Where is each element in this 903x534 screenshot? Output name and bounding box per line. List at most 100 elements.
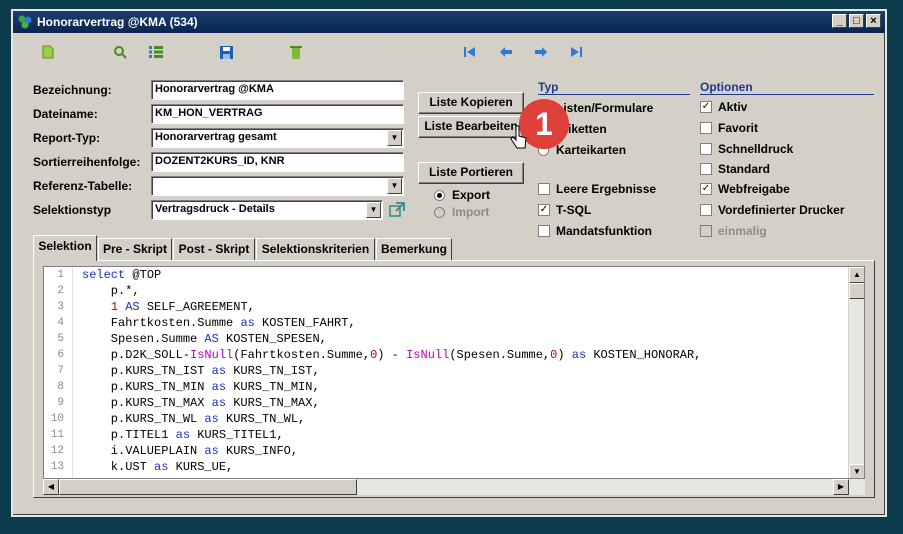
import-radio[interactable] [434, 207, 445, 218]
line-number-gutter: 1 2 3 4 5 6 7 8 9 10 11 12 13 [44, 267, 73, 478]
tab-selektion[interactable]: Selektion [33, 235, 97, 261]
leere-ergebnisse-checkbox[interactable] [538, 183, 550, 195]
external-link-icon[interactable] [389, 202, 405, 218]
selektionstyp-select[interactable]: Vertragsdruck - Details ▼ [151, 200, 383, 220]
next-record-icon[interactable] [530, 41, 552, 63]
einmalig-label: einmalig [718, 224, 767, 238]
webfreigabe-checkbox[interactable]: ✓ [700, 183, 712, 195]
line-number: 9 [57, 397, 64, 409]
first-record-icon[interactable] [459, 41, 481, 63]
typ-label-karteikarten: Karteikarten [556, 143, 627, 157]
dateiname-field[interactable]: KM_HON_VERTRAG [151, 104, 404, 124]
typ-header: Typ [538, 80, 559, 94]
minimize-button[interactable]: _ [832, 14, 847, 28]
mouse-cursor-icon [510, 125, 527, 149]
code-line: p.KURS_TN_MIN as KURS_TN_MIN, [82, 380, 320, 394]
scroll-right-icon[interactable]: ▶ [833, 479, 849, 495]
scroll-left-icon[interactable]: ◀ [43, 479, 59, 495]
chevron-down-icon[interactable]: ▼ [387, 178, 402, 194]
sortierreihenfolge-value: DOZENT2KURS_ID, KNR [155, 155, 285, 167]
horizontal-scrollbar[interactable]: ◀ ▶ [43, 479, 865, 495]
vordefinierter-drucker-checkbox[interactable] [700, 204, 712, 216]
typ-label-listen: Listen/Formulare [556, 101, 654, 115]
code-line: select @TOP [82, 268, 162, 282]
aktiv-label: Aktiv [718, 100, 748, 114]
last-record-icon[interactable] [565, 41, 587, 63]
webfreigabe-label: Webfreigabe [718, 182, 790, 196]
app-icon [18, 15, 32, 29]
line-number: 13 [50, 461, 64, 473]
new-document-icon[interactable] [37, 41, 59, 63]
line-number: 7 [57, 365, 64, 377]
sql-editor[interactable]: 1 2 3 4 5 6 7 8 9 10 11 12 13 select @TO… [43, 266, 865, 479]
favorit-checkbox[interactable] [700, 122, 712, 134]
list-icon[interactable] [145, 41, 167, 63]
sortierreihenfolge-field[interactable]: DOZENT2KURS_ID, KNR [151, 152, 404, 172]
t-sql-checkbox[interactable]: ✓ [538, 204, 550, 216]
tab-pre-skript[interactable]: Pre - Skript [98, 238, 172, 260]
optionen-divider [700, 94, 874, 95]
mandatsfunktion-checkbox[interactable] [538, 225, 550, 237]
window-title: Honorarvertrag @KMA (534) [37, 15, 198, 29]
delete-icon[interactable] [285, 41, 307, 63]
tab-selektionskriterien[interactable]: Selektionskriterien [256, 238, 375, 260]
line-number: 4 [57, 317, 64, 329]
previous-record-icon[interactable] [495, 41, 517, 63]
code-line: Fahrtkosten.Summe as KOSTEN_FAHRT, [82, 316, 356, 330]
scroll-down-icon[interactable]: ▼ [849, 464, 864, 478]
code-line: p.D2K_SOLL-IsNull(Fahrtkosten.Summe,0) -… [82, 348, 702, 362]
liste-bearbeiten-button[interactable]: Liste Bearbeiten [418, 116, 524, 138]
bezeichnung-field[interactable]: Honorarvertrag @KMA [151, 80, 404, 100]
search-icon[interactable] [109, 41, 131, 63]
referenz-tabelle-label: Referenz-Tabelle: [33, 179, 133, 193]
code-line: p.KURS_TN_MAX as KURS_TN_MAX, [82, 396, 320, 410]
code-line: p.*, [82, 284, 140, 298]
optionen-header: Optionen [700, 80, 753, 94]
einmalig-checkbox[interactable] [700, 225, 712, 237]
report-typ-select[interactable]: Honorarvertrag gesamt ▼ [151, 128, 404, 148]
line-number: 6 [57, 349, 64, 361]
aktiv-checkbox[interactable]: ✓ [700, 101, 712, 113]
line-number: 11 [50, 429, 64, 441]
code-line: k.UST as KURS_UE, [82, 460, 234, 474]
maximize-button[interactable]: □ [849, 14, 864, 28]
horizontal-scroll-thumb[interactable] [59, 479, 357, 495]
line-number: 3 [57, 301, 64, 313]
scroll-up-icon[interactable]: ▲ [849, 267, 864, 283]
mandatsfunktion-label: Mandatsfunktion [556, 224, 652, 238]
vertical-scroll-thumb[interactable] [849, 283, 864, 299]
code-line: p.KURS_TN_IST as KURS_TN_IST, [82, 364, 320, 378]
vertical-scrollbar[interactable]: ▲ ▼ [848, 267, 864, 478]
selektionstyp-label: Selektionstyp [33, 203, 112, 217]
report-typ-value: Honorarvertrag gesamt [155, 131, 277, 143]
dateiname-label: Dateiname: [33, 107, 98, 121]
schnelldruck-checkbox[interactable] [700, 143, 712, 155]
bezeichnung-value: Honorarvertrag @KMA [155, 83, 274, 95]
main-window: Honorarvertrag @KMA (534) _ □ × Bezeichn… [11, 9, 887, 517]
selektionstyp-value: Vertragsdruck - Details [155, 203, 275, 215]
leere-ergebnisse-label: Leere Ergebnisse [556, 182, 657, 196]
tab-bemerkung[interactable]: Bemerkung [376, 238, 452, 260]
line-number: 10 [50, 413, 64, 425]
referenz-tabelle-select[interactable]: ▼ [151, 176, 404, 196]
liste-kopieren-button[interactable]: Liste Kopieren [418, 92, 524, 114]
code-line: i.VALUEPLAIN as KURS_INFO, [82, 444, 299, 458]
code-line: Spesen.Summe AS KOSTEN_SPESEN, [82, 332, 327, 346]
save-icon[interactable] [215, 41, 237, 63]
favorit-label: Favorit [718, 121, 759, 135]
line-number: 1 [57, 269, 64, 281]
standard-label: Standard [718, 162, 771, 176]
chevron-down-icon[interactable]: ▼ [387, 130, 402, 146]
liste-portieren-button[interactable]: Liste Portieren [418, 162, 524, 184]
report-typ-label: Report-Typ: [33, 131, 101, 145]
line-number: 2 [57, 285, 64, 297]
export-radio[interactable] [434, 190, 445, 201]
import-label: Import [452, 205, 490, 219]
standard-checkbox[interactable] [700, 163, 712, 175]
chevron-down-icon[interactable]: ▼ [366, 202, 381, 218]
close-button[interactable]: × [866, 14, 881, 28]
title-bar[interactable]: Honorarvertrag @KMA (534) _ □ × [13, 11, 885, 33]
code-line: 1 AS SELF_AGREEMENT, [110, 300, 255, 314]
tab-post-skript[interactable]: Post - Skript [173, 238, 255, 260]
typ-divider [538, 94, 690, 95]
